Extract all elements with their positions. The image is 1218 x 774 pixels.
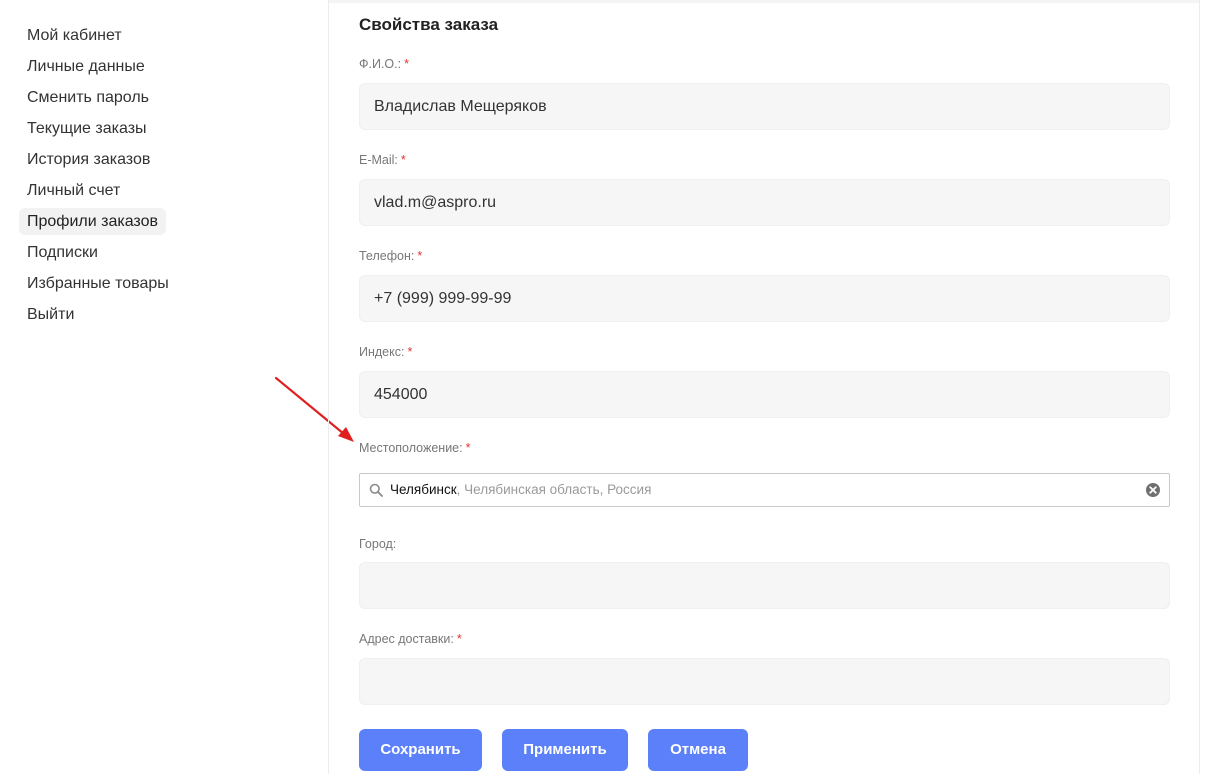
account-sidebar: Мой кабинет Личные данные Сменить пароль… — [19, 22, 319, 332]
save-button[interactable]: Сохранить — [359, 729, 482, 771]
sidebar-item-logout[interactable]: Выйти — [19, 301, 82, 328]
sidebar-item-current-orders[interactable]: Текущие заказы — [19, 115, 155, 142]
city-label-text: Город: — [359, 537, 397, 551]
apply-button[interactable]: Применить — [502, 729, 628, 771]
search-icon — [369, 483, 383, 497]
clear-icon[interactable] — [1145, 482, 1161, 498]
required-mark: * — [417, 249, 423, 263]
phone-label-text: Телефон: — [359, 249, 415, 263]
required-mark: * — [400, 153, 406, 167]
location-city: Челябинск — [390, 482, 457, 497]
fio-label: Ф.И.О.: * — [359, 57, 409, 71]
index-label: Индекс: * — [359, 345, 412, 359]
sidebar-item-personal-account[interactable]: Личный счет — [19, 177, 128, 204]
required-mark: * — [404, 57, 409, 71]
page-title: Свойства заказа — [359, 15, 499, 34]
location-value: Челябинск, Челябинская область, Россия — [390, 474, 651, 506]
page: Мой кабинет Личные данные Сменить пароль… — [0, 0, 1218, 774]
sidebar-item-favorites[interactable]: Избранные товары — [19, 270, 177, 297]
city-field[interactable] — [359, 562, 1170, 609]
address-label: Адрес доставки: * — [359, 632, 462, 646]
sidebar-item-order-history[interactable]: История заказов — [19, 146, 158, 173]
fio-field[interactable]: Владислав Мещеряков — [359, 83, 1170, 130]
order-properties-panel: Свойства заказа Ф.И.О.: * Владислав Мещер… — [328, 0, 1200, 774]
sidebar-item-subscriptions[interactable]: Подписки — [19, 239, 106, 266]
email-label: E-Mail: * — [359, 153, 406, 167]
location-label: Местоположение: * — [359, 441, 470, 455]
location-region: , Челябинская область, Россия — [456, 482, 652, 497]
top-divider — [329, 0, 1199, 3]
index-field[interactable]: 454000 — [359, 371, 1170, 418]
required-mark: * — [407, 345, 413, 359]
location-field[interactable]: Челябинск, Челябинская область, Россия — [359, 473, 1170, 507]
fio-label-text: Ф.И.О.: — [359, 57, 402, 71]
location-label-text: Местоположение: — [359, 441, 463, 455]
index-label-text: Индекс: — [359, 345, 405, 359]
phone-field[interactable]: +7 (999) 999-99-99 — [359, 275, 1170, 322]
sidebar-item-my-account[interactable]: Мой кабинет — [19, 22, 130, 49]
sidebar-item-change-password[interactable]: Сменить пароль — [19, 84, 157, 111]
sidebar-item-order-profiles[interactable]: Профили заказов — [19, 208, 166, 235]
phone-label: Телефон: * — [359, 249, 422, 263]
email-field[interactable]: vlad.m@aspro.ru — [359, 179, 1170, 226]
required-mark: * — [456, 632, 462, 646]
required-mark: * — [465, 441, 471, 455]
city-label: Город: — [359, 537, 396, 551]
email-label-text: E-Mail: — [359, 153, 398, 167]
address-label-text: Адрес доставки: — [359, 632, 454, 646]
cancel-button[interactable]: Отмена — [648, 729, 748, 771]
address-field[interactable] — [359, 658, 1170, 705]
sidebar-item-personal-data[interactable]: Личные данные — [19, 53, 153, 80]
